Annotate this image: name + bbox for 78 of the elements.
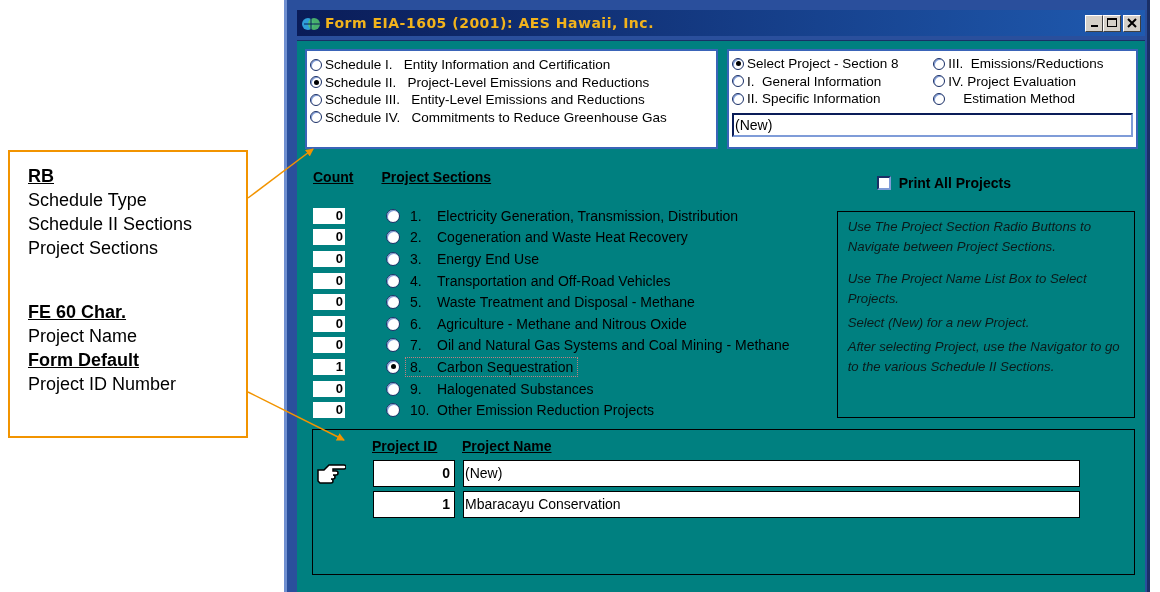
count-field: 0 [313,380,345,397]
close-icon [1127,18,1137,28]
radio-button[interactable] [386,230,400,245]
count-field: 0 [313,294,345,311]
checkbox[interactable] [876,176,891,190]
radio-label[interactable]: III. Emissions/Reductions [948,56,1104,72]
radio-label[interactable]: II. Specific Information [747,91,881,107]
radio-button[interactable] [386,273,400,288]
count-field: 0 [313,272,345,289]
section-label[interactable]: 2. Cogeneration and Waste Heat Recovery [405,227,693,248]
count-field: 0 [313,337,345,354]
project-id-field[interactable]: 0 [373,459,455,487]
section-label[interactable]: 8. Carbon Sequestration [405,356,579,377]
project-field[interactable]: (New) [732,112,1133,137]
section-label[interactable]: 7. Oil and Natural Gas Systems and Coal Mining - Methane [405,335,795,356]
instruction-text: Use The Project Section Radio Buttons to Navigate between Project Sections. [847,218,1092,256]
section-label[interactable]: 9. Halogenated Substances [405,378,599,399]
radio-button[interactable] [386,403,400,418]
minimize-button[interactable] [1085,14,1103,32]
maximize-button[interactable] [1103,14,1121,32]
minimize-icon [1090,25,1098,27]
section-label[interactable]: 4. Transportation and Off-Road Vehicles [405,270,676,291]
radio-button[interactable] [310,76,322,89]
annotation-text: Schedule Type [28,189,147,212]
radio-button[interactable] [933,75,946,88]
column-header: Project Name [462,437,552,456]
annotation-heading: FE 60 Char. [28,301,127,324]
section-label[interactable]: 10. Other Emission Reduction Projects [405,400,660,421]
radio-label[interactable]: Schedule II. Project-Level Emissions and Reductions [325,74,650,90]
radio-button[interactable] [386,295,400,310]
annotation-heading: RB [28,165,54,188]
radio-label[interactable]: Schedule I. Entity Information and Certification [325,57,611,73]
radio-label[interactable]: Select Project - Section 8 [747,56,899,72]
maximize-icon [1107,18,1117,28]
radio-label[interactable]: IV. Project Evaluation [948,73,1076,89]
radio-button[interactable] [732,75,744,88]
section-label[interactable]: 1. Electricity Generation, Transmission, Distribution [405,205,744,226]
section-label[interactable]: 6. Agriculture - Methane and Nitrous Oxide [405,313,692,334]
count-field: 0 [313,402,345,419]
window-title: Form EIA-1605 (2001): AES Hawaii, Inc. [325,15,655,31]
annotation-text: Project Name [28,325,138,348]
annotation-heading: Form Default [28,349,139,372]
section-label[interactable]: 5. Waste Treatment and Disposal - Methane [405,292,700,313]
count-field: 0 [313,207,345,224]
radio-button[interactable] [386,338,400,353]
instruction-text: Select (New) for a new Project. [847,314,1031,332]
project-name-field[interactable]: (New) [463,459,1080,487]
annotation-text: Project ID Number [28,373,177,396]
globe-icon [301,15,321,31]
count-field: 1 [313,358,345,375]
instruction-text: After selecting Project, use the Navigator to go to the various Schedule II Sections. [847,338,1121,376]
project-id-field[interactable]: 1 [373,490,455,518]
annotation-text: Project Sections [28,237,159,260]
radio-button[interactable] [732,57,744,70]
radio-label[interactable]: Estimation Method [963,91,1075,107]
radio-button[interactable] [310,111,322,124]
project-name-field[interactable]: Mbaracayu Conservation [463,490,1080,518]
radio-button[interactable] [310,58,322,71]
checkbox-label[interactable]: Print All Projects [898,175,1011,191]
column-header: Project ID [372,437,439,456]
radio-button[interactable] [386,359,400,374]
section-label[interactable]: 3. Energy End Use [405,249,544,269]
count-field: 0 [313,251,345,267]
annotation-text: Schedule II Sections [28,213,193,236]
radio-label[interactable]: I. General Information [747,73,882,89]
column-header: Count [313,169,354,187]
close-button[interactable] [1123,14,1141,32]
radio-button[interactable] [386,381,400,396]
count-field: 0 [313,229,345,246]
radio-button[interactable] [386,316,400,331]
radio-label[interactable]: Schedule III. Entity-Level Emissions and Reductions [325,92,645,108]
count-field: 0 [313,315,345,332]
column-header: Project Sections [381,169,492,187]
radio-button[interactable] [386,208,400,223]
radio-button[interactable] [732,92,744,105]
instruction-text: Use The Project Name List Box to Select Projects. [847,270,1088,308]
radio-label[interactable]: Schedule IV. Commitments to Reduce Greenhouse Gas [325,109,667,125]
radio-button[interactable] [386,252,400,266]
